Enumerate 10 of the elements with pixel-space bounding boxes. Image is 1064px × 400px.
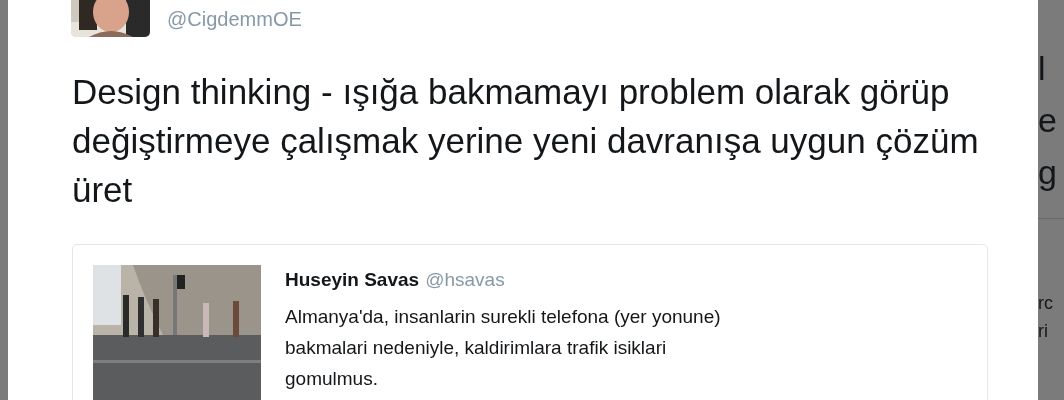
background-text: rc xyxy=(1038,292,1054,315)
background-text: e xyxy=(1038,100,1058,141)
background-text: l xyxy=(1038,48,1047,89)
background-text: ri xyxy=(1038,320,1049,343)
quoted-tweet-text: Almanya'da, insanlarin surekli telefona (yer yonune) bakmalari nedeniyle, kaldirimlara trafik isiklari gomulmus. xyxy=(285,305,722,391)
tweet-text: Design thinking - ışığa bakmamayı problem olarak görüp değiştirmeye çalışmak yerine yeni davranışa uygun çözüm üret xyxy=(72,71,980,211)
quoted-tweet-card[interactable]: Huseyin Savas @hsavas Almanya'da, insanlarin surekli telefona (yer yonune) bakmalari nedeniyle, kaldirimlara trafik isiklari gomulmus. xyxy=(72,244,988,400)
author-name: Huseyin Savas xyxy=(285,269,420,291)
author-handle: @hsavas xyxy=(425,269,505,291)
background-text: g xyxy=(1038,152,1058,193)
